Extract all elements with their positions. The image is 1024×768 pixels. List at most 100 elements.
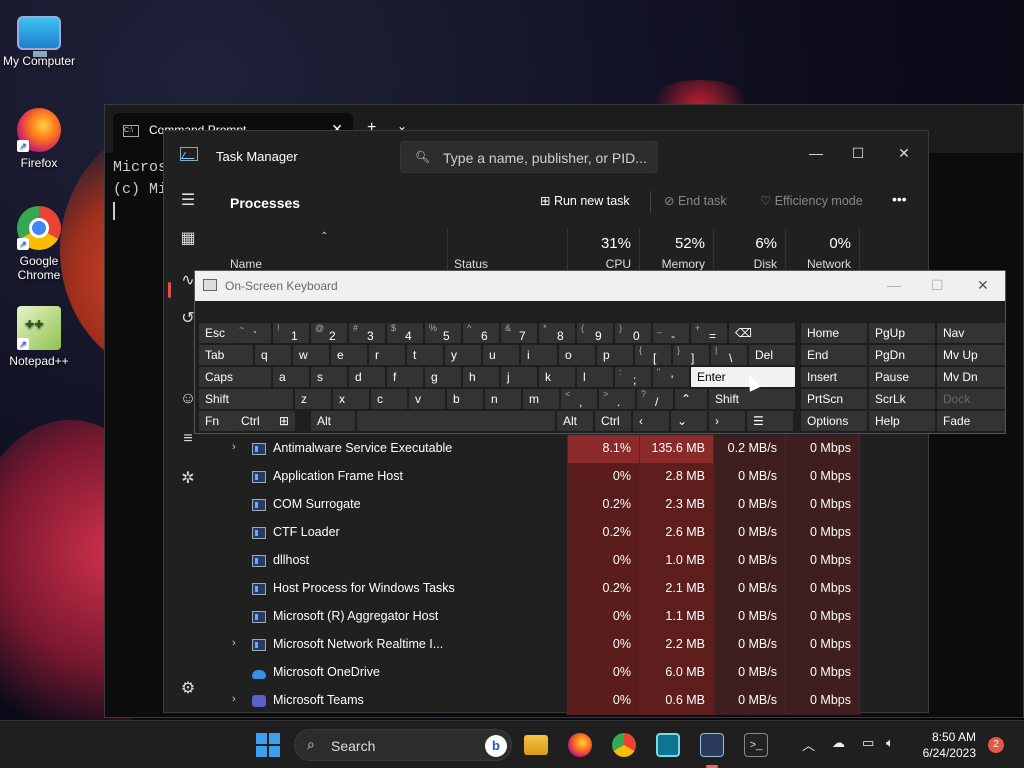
chrome-icon[interactable] [612, 733, 636, 757]
remote-desktop-icon[interactable] [656, 733, 680, 757]
minimize-button[interactable]: — [794, 139, 838, 167]
osk-key[interactable]: Options [801, 411, 867, 431]
osk-key[interactable]: w [293, 345, 329, 365]
osk-key[interactable]: (9 [577, 323, 613, 343]
osk-key[interactable]: ☰ [747, 411, 793, 431]
desktop-icon-notepadpp[interactable]: ↗ Notepad++ [0, 306, 78, 368]
column-header-name[interactable]: Name [210, 227, 448, 271]
osk-key[interactable]: <, [561, 389, 597, 409]
minimize-button[interactable]: — [887, 277, 901, 293]
osk-key[interactable]: s [311, 367, 347, 387]
search-input[interactable] [443, 148, 653, 168]
maximize-button[interactable]: ☐ [931, 277, 944, 294]
osk-key[interactable]: PgUp [869, 323, 935, 343]
end-task-button[interactable]: ⊘ End task [664, 193, 727, 208]
osk-key[interactable]: x [333, 389, 369, 409]
services-icon[interactable]: ✲ [178, 469, 198, 489]
osk-key[interactable]: #3 [349, 323, 385, 343]
osk-key[interactable]: PrtScn [801, 389, 867, 409]
osk-key[interactable]: m [523, 389, 559, 409]
efficiency-mode-button[interactable]: ♡ Efficiency mode [760, 193, 863, 208]
desktop-icon-chrome[interactable]: ↗ Google Chrome [0, 206, 78, 282]
osk-key[interactable]: h [463, 367, 499, 387]
column-header-cpu[interactable]: 31% CPU [568, 227, 640, 271]
firefox-icon[interactable] [568, 733, 592, 757]
osk-key[interactable]: :; [615, 367, 651, 387]
osk-key[interactable]: Pause [869, 367, 935, 387]
column-header-network[interactable]: 0% Network [786, 227, 860, 271]
settings-gear-icon[interactable]: ⚙ [178, 679, 198, 699]
osk-key[interactable]: ⌄ [671, 411, 707, 431]
osk-key[interactable]: n [485, 389, 521, 409]
on-screen-keyboard-window[interactable]: On-Screen Keyboard — ☐ ✕ Esc ~ `! 1 @2 #3 $4% 5… [194, 270, 1006, 434]
desktop-icon-firefox[interactable]: ↗ Firefox [0, 108, 78, 170]
osk-key[interactable]: ‹ [633, 411, 669, 431]
start-button[interactable] [256, 733, 280, 757]
network-icon[interactable]: ▭ [862, 735, 874, 751]
maximize-button[interactable]: ☐ [836, 139, 880, 167]
osk-key[interactable]: ~ ` [235, 323, 271, 343]
osk-key[interactable]: e [331, 345, 367, 365]
process-row[interactable]: Microsoft (R) Aggregator Host 0% 1.1 MB 0 M… [210, 603, 930, 631]
osk-key[interactable]: & 7 [501, 323, 537, 343]
osk-key[interactable]: ^ 6 [463, 323, 499, 343]
osk-key[interactable]: a [273, 367, 309, 387]
process-row[interactable]: › Microsoft Network Realtime I... 0% 2.2 MB… [210, 631, 930, 659]
bing-icon[interactable]: b [485, 735, 507, 757]
osk-key[interactable]: j [501, 367, 537, 387]
osk-key[interactable]: t [407, 345, 443, 365]
volume-icon[interactable]: 🔈︎ [886, 735, 894, 751]
osk-key[interactable]: ⌃ [675, 389, 707, 409]
osk-key[interactable]: f [387, 367, 423, 387]
chevron-up-icon[interactable]: ︿ [802, 735, 815, 754]
process-row[interactable]: Microsoft OneDrive 0% 6.0 MB 0 MB/s 0 Mbps [210, 659, 930, 687]
osk-key[interactable]: Help [869, 411, 935, 431]
process-row[interactable]: COM Surrogate 0.2% 2.3 MB 0 MB/s 0 Mbps [210, 491, 930, 519]
terminal-icon[interactable]: >_ [744, 733, 768, 757]
file-explorer-icon[interactable] [524, 735, 548, 755]
process-search-box[interactable]: 🔍︎ [400, 141, 658, 173]
osk-key[interactable]: Shift [199, 389, 293, 409]
osk-key[interactable]: ? / [637, 389, 673, 409]
task-manager-icon[interactable] [700, 733, 724, 757]
close-button[interactable]: ✕ [882, 139, 926, 167]
osk-key[interactable]: l [577, 367, 613, 387]
osk-key[interactable]: " ' [653, 367, 689, 387]
chevron-right-icon[interactable]: › [232, 637, 236, 649]
osk-key[interactable]: o [559, 345, 595, 365]
onedrive-cloud-icon[interactable]: ☁ [832, 735, 845, 751]
osk-key[interactable]: {[ [635, 345, 671, 365]
osk-key[interactable]: $4 [387, 323, 423, 343]
process-row[interactable]: › Microsoft Teams 0% 0.6 MB 0 MB/s 0 Mbps [210, 687, 930, 715]
column-header-status[interactable]: Status [448, 227, 568, 271]
process-row[interactable]: Application Frame Host 0% 2.8 MB 0 MB/s 0 Mb… [210, 463, 930, 491]
osk-key[interactable]: Ctrl [595, 411, 631, 431]
osk-key[interactable]: @2 [311, 323, 347, 343]
osk-key[interactable]: u [483, 345, 519, 365]
osk-key[interactable]: * 8 [539, 323, 575, 343]
osk-key[interactable]: g [425, 367, 461, 387]
process-row[interactable]: › Antimalware Service Executable 8.1% 135.6… [210, 435, 930, 463]
osk-key[interactable]: Fn [199, 411, 235, 431]
processes-icon[interactable]: ▦ [178, 229, 198, 249]
osk-key[interactable]: Caps [199, 367, 271, 387]
osk-key[interactable]: Mv Up [937, 345, 1005, 365]
osk-key[interactable]: i [521, 345, 557, 365]
process-row[interactable]: CTF Loader 0.2% 2.6 MB 0 MB/s 0 Mbps [210, 519, 930, 547]
osk-key[interactable]: Home [801, 323, 867, 343]
osk-key[interactable]: › [709, 411, 745, 431]
osk-key[interactable]: ! 1 [273, 323, 309, 343]
osk-key[interactable]: + = [691, 323, 727, 343]
osk-key[interactable]: q [255, 345, 291, 365]
osk-key[interactable]: y [445, 345, 481, 365]
task-manager-titlebar[interactable]: Task Manager 🔍︎ — ☐ ✕ [164, 131, 928, 181]
column-header-memory[interactable]: 52% Memory [640, 227, 714, 271]
hamburger-menu-icon[interactable]: ☰ [178, 191, 198, 211]
desktop-icon-my-computer[interactable]: My Computer [0, 10, 78, 68]
chevron-right-icon[interactable]: › [232, 441, 236, 453]
osk-key[interactable]: Dock [937, 389, 1005, 409]
osk-key[interactable]: Del [749, 345, 795, 365]
close-button[interactable]: ✕ [977, 277, 989, 294]
osk-key[interactable]: r [369, 345, 405, 365]
run-new-task-button[interactable]: ⊞ Run new task [540, 193, 630, 208]
